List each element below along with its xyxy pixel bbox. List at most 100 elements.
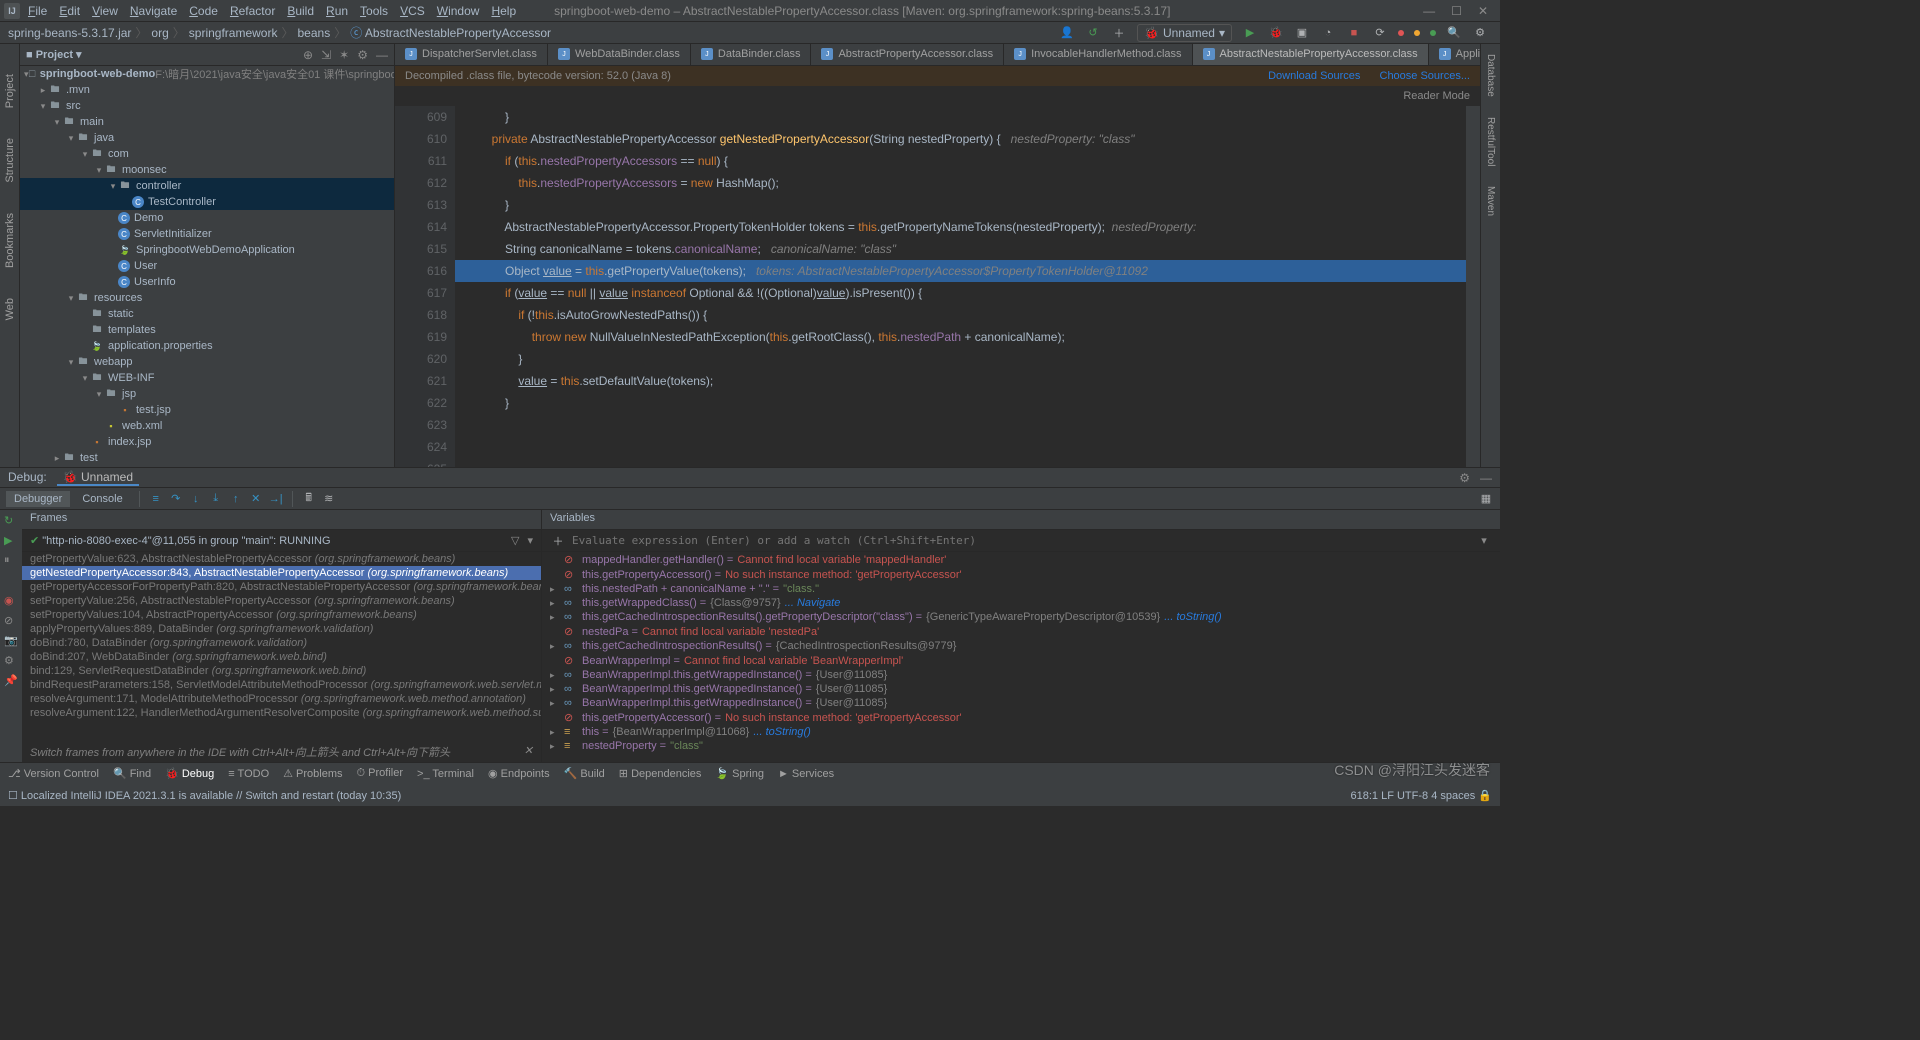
stop-icon[interactable]: ■ <box>1346 25 1362 41</box>
stack-frame[interactable]: getPropertyValue:623, AbstractNestablePr… <box>22 552 541 566</box>
breadcrumb-segment[interactable]: springframework <box>189 26 278 40</box>
gear-icon[interactable]: ⚙ <box>357 48 368 62</box>
tree-node[interactable]: 🍃application.properties <box>20 338 394 354</box>
minimize-icon[interactable]: — <box>1423 4 1435 18</box>
tree-node[interactable]: CServletInitializer <box>20 226 394 242</box>
maven-tool-button[interactable]: Maven <box>1485 186 1496 216</box>
view-breakpoints-icon[interactable]: ◉ <box>4 594 18 608</box>
frames-menu-icon[interactable]: ▾ <box>527 534 533 547</box>
menu-edit[interactable]: Edit <box>53 2 86 20</box>
menu-refactor[interactable]: Refactor <box>224 2 281 20</box>
menu-code[interactable]: Code <box>183 2 224 20</box>
show-execution-point-icon[interactable]: ≡ <box>148 491 164 507</box>
tree-node[interactable]: ▾🖿WEB-INF <box>20 370 394 386</box>
web-tool-button[interactable]: Web <box>4 298 16 320</box>
stack-frame[interactable]: setPropertyValue:256, AbstractNestablePr… <box>22 594 541 608</box>
stack-frame[interactable]: bind:129, ServletRequestDataBinder (org.… <box>22 664 541 678</box>
tool-window-button[interactable]: ⎇ Version Control <box>8 767 99 780</box>
database-tool-button[interactable]: Database <box>1485 54 1496 97</box>
evaluate-expression-input[interactable] <box>572 534 1470 547</box>
variable-row[interactable]: ⊘ BeanWrapperImpl = Cannot find local va… <box>542 653 1500 668</box>
tree-node[interactable]: CUser <box>20 258 394 274</box>
user-icon[interactable]: 👤 <box>1059 25 1075 41</box>
coverage-icon[interactable]: ▣ <box>1294 25 1310 41</box>
maximize-icon[interactable]: ☐ <box>1451 4 1462 18</box>
editor-tab[interactable]: JAbstractNestablePropertyAccessor.class <box>1193 44 1429 65</box>
menu-tools[interactable]: Tools <box>354 2 394 20</box>
resume-icon[interactable]: ▶ <box>4 534 18 548</box>
tree-node[interactable]: ▪web.xml <box>20 418 394 434</box>
tool-window-button[interactable]: 🍃 Spring <box>715 767 764 780</box>
code-editor[interactable]: 6096106116126136146156166176186196206216… <box>395 106 1480 467</box>
tree-node[interactable]: ▾🖿controller <box>20 178 394 194</box>
choose-sources-link[interactable]: Choose Sources... <box>1380 70 1471 82</box>
variable-row[interactable]: ▸∞ BeanWrapperImpl.this.getWrappedInstan… <box>542 668 1500 682</box>
tree-node[interactable]: ▾🖿jsp <box>20 386 394 402</box>
tool-window-button[interactable]: ⊞ Dependencies <box>619 767 702 780</box>
breadcrumb-segment[interactable]: org <box>151 26 168 40</box>
search-icon[interactable]: 🔍 <box>1446 25 1462 41</box>
debug-options-icon[interactable]: ⚙ <box>4 654 18 668</box>
menu-build[interactable]: Build <box>281 2 320 20</box>
debug-hide-icon[interactable]: — <box>1480 471 1492 485</box>
debug-session-tab[interactable]: 🐞 Unnamed <box>57 470 139 486</box>
mute-breakpoints-icon[interactable]: ⊘ <box>4 614 18 628</box>
tool-window-button[interactable]: ◉ Endpoints <box>488 767 550 780</box>
tree-node[interactable]: CTestController <box>20 194 394 210</box>
debugger-tab[interactable]: Debugger <box>6 491 70 507</box>
step-out-icon[interactable]: ↑ <box>228 491 244 507</box>
pause-icon[interactable]: ⏸ <box>4 554 18 568</box>
stack-frame[interactable]: setPropertyValues:104, AbstractPropertyA… <box>22 608 541 622</box>
tree-node[interactable]: ▾🖿main <box>20 114 394 130</box>
editor-scrollbar[interactable] <box>1466 106 1480 467</box>
sync-icon[interactable]: ↺ <box>1085 25 1101 41</box>
tree-node[interactable]: ▾🖿resources <box>20 290 394 306</box>
editor-tab[interactable]: JApplication <box>1429 44 1480 65</box>
run-config-selector[interactable]: 🐞 Unnamed ▾ <box>1137 24 1232 42</box>
variable-row[interactable]: ▸∞ BeanWrapperImpl.this.getWrappedInstan… <box>542 696 1500 710</box>
pin-tab-icon[interactable]: 📌 <box>4 674 18 688</box>
select-opened-file-icon[interactable]: ⊕ <box>303 48 313 62</box>
variable-row[interactable]: ▸∞ this.getCachedIntrospectionResults().… <box>542 610 1500 624</box>
close-icon[interactable]: ✕ <box>1478 4 1488 18</box>
evaluate-expression-icon[interactable]: 🖩 <box>301 491 317 507</box>
tool-window-button[interactable]: ► Services <box>778 768 834 780</box>
run-icon[interactable]: ▶ <box>1242 25 1258 41</box>
editor-tab[interactable]: JInvocableHandlerMethod.class <box>1004 44 1192 65</box>
editor-tab[interactable]: JWebDataBinder.class <box>548 44 691 65</box>
rerun-icon[interactable]: ↻ <box>4 514 18 528</box>
tree-node[interactable]: ▾🖿java <box>20 130 394 146</box>
editor-tab[interactable]: JDispatcherServlet.class <box>395 44 548 65</box>
structure-tool-button[interactable]: Structure <box>4 138 16 183</box>
tree-node[interactable]: ▪.gitignore <box>20 466 394 467</box>
stack-frame[interactable]: doBind:780, DataBinder (org.springframew… <box>22 636 541 650</box>
tree-node[interactable]: ▾🖿src <box>20 98 394 114</box>
variable-row[interactable]: ▸∞ BeanWrapperImpl.this.getWrappedInstan… <box>542 682 1500 696</box>
hide-icon[interactable]: — <box>376 48 388 62</box>
tree-node[interactable]: CDemo <box>20 210 394 226</box>
menu-view[interactable]: View <box>86 2 124 20</box>
layout-settings-icon[interactable]: ▦ <box>1478 491 1494 507</box>
debug-icon[interactable]: 🐞 <box>1268 25 1284 41</box>
step-into-icon[interactable]: ↓ <box>188 491 204 507</box>
avatar-yellow-icon[interactable] <box>1414 30 1420 36</box>
thread-selector[interactable]: ✔ "http-nio-8080-exec-4"@11,055 in group… <box>22 530 541 552</box>
tree-node[interactable]: 🖿static <box>20 306 394 322</box>
variable-row[interactable]: ▸∞ this.getWrappedClass() = {Class@9757}… <box>542 596 1500 610</box>
force-step-into-icon[interactable]: ⤓ <box>208 491 224 507</box>
filter-frames-icon[interactable]: ▽ <box>511 534 519 547</box>
editor-tab[interactable]: JDataBinder.class <box>691 44 812 65</box>
variable-row[interactable]: ▸∞ this.nestedPath + canonicalName + "."… <box>542 582 1500 596</box>
bookmarks-tool-button[interactable]: Bookmarks <box>4 213 16 268</box>
tree-node[interactable]: CUserInfo <box>20 274 394 290</box>
project-tool-button[interactable]: Project <box>4 74 16 108</box>
expand-watch-icon[interactable]: ▾ <box>1476 533 1492 549</box>
breadcrumb-segment[interactable]: spring-beans-5.3.17.jar <box>8 26 131 40</box>
variable-row[interactable]: ▸∞ this.getCachedIntrospectionResults() … <box>542 639 1500 653</box>
tree-node[interactable]: ▾🖿webapp <box>20 354 394 370</box>
variable-row[interactable]: ▸≡ this = {BeanWrapperImpl@11068} ... to… <box>542 725 1500 739</box>
variable-row[interactable]: ⊘ nestedPa = Cannot find local variable … <box>542 624 1500 639</box>
restful-tool-button[interactable]: RestfulTool <box>1485 117 1496 166</box>
menu-window[interactable]: Window <box>431 2 486 20</box>
stack-frame[interactable]: bindRequestParameters:158, ServletModelA… <box>22 678 541 692</box>
